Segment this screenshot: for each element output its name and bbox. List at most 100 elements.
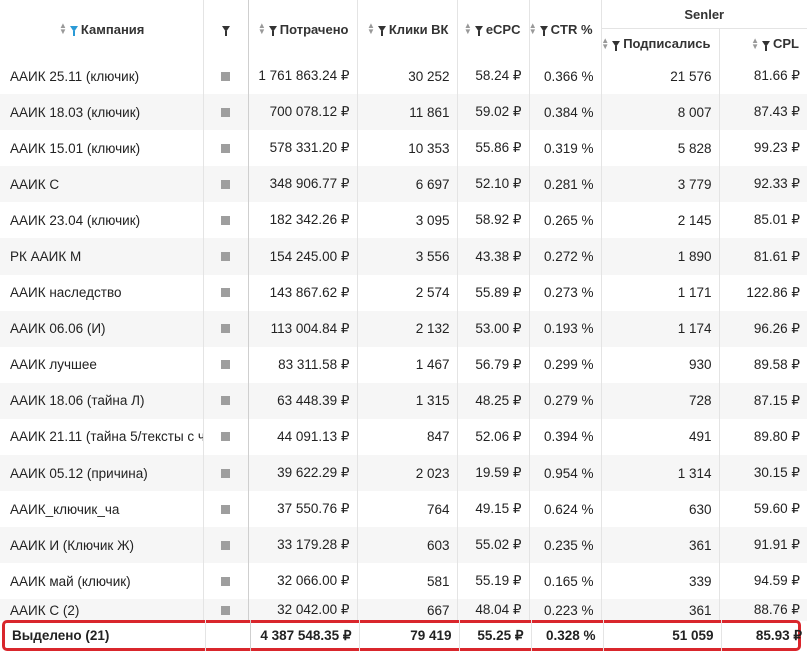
status-square-icon[interactable] — [221, 576, 230, 586]
status-cell[interactable] — [203, 130, 249, 167]
sort-icon[interactable]: ▲ ▼ — [529, 22, 537, 36]
status-cell[interactable] — [203, 202, 249, 239]
table-row[interactable]: ААИК 21.11 (тайна 5/тексты с ч 44 091.13 … — [0, 418, 807, 456]
subscribed-cell: 21 576 — [601, 58, 720, 95]
spent-cell: 32 066.00 ₽ — [248, 563, 358, 600]
filter-icon[interactable] — [377, 26, 386, 36]
subscribed-cell: 1 171 — [601, 274, 720, 311]
ecpc-cell: 43.38 ₽ — [457, 238, 530, 275]
col-ecpc-header[interactable]: ▲ ▼ eCPC — [457, 0, 530, 58]
status-square-icon[interactable] — [221, 605, 230, 615]
total-clicks: 79 419 — [359, 620, 460, 651]
table-row[interactable]: ААИК С (2) 32 042.00 ₽667 48.04 ₽0.223 % 36… — [0, 599, 807, 622]
status-cell[interactable] — [203, 166, 249, 203]
status-square-icon[interactable] — [221, 288, 230, 298]
table-row[interactable]: ААИК 23.04 (ключик) 182 342.26 ₽3 095 58.9… — [0, 202, 807, 239]
table-body: ААИК 25.11 (ключик) 1 761 863.24 ₽30 252 5… — [0, 58, 807, 622]
spent-cell: 113 004.84 ₽ — [248, 310, 358, 347]
table-row[interactable]: ААИК 18.06 (тайна Л) 63 448.39 ₽1 315 48.2… — [0, 382, 807, 419]
ctr-cell: 0.394 % — [529, 418, 602, 456]
status-square-icon[interactable] — [221, 540, 230, 550]
table-row[interactable]: ААИК 15.01 (ключик) 578 331.20 ₽10 353 55.… — [0, 130, 807, 167]
status-square-icon[interactable] — [221, 252, 230, 262]
status-square-icon[interactable] — [221, 468, 230, 478]
sort-icon[interactable]: ▲ ▼ — [59, 22, 67, 36]
sort-icon[interactable]: ▲ ▼ — [464, 22, 472, 36]
clicks-cell: 764 — [357, 491, 458, 528]
clicks-cell: 2 574 — [357, 274, 458, 311]
clicks-cell: 10 353 — [357, 130, 458, 167]
table-row[interactable]: ААИК_ключик_ча 37 550.76 ₽764 49.15 ₽0.624… — [0, 491, 807, 528]
ecpc-cell: 58.92 ₽ — [457, 202, 530, 239]
status-square-icon[interactable] — [221, 432, 230, 442]
status-square-icon[interactable] — [221, 360, 230, 370]
campaign-name: ААИК И (Ключик Ж) — [0, 527, 204, 564]
status-square-icon[interactable] — [221, 504, 230, 514]
table-row[interactable]: ААИК 18.03 (ключик) 700 078.12 ₽11 861 59.… — [0, 94, 807, 131]
filter-icon[interactable] — [268, 26, 277, 36]
campaign-name: ААИК май (ключик) — [0, 563, 204, 600]
col-spent-header[interactable]: ▲ ▼ Потрачено — [248, 0, 358, 58]
table-row[interactable]: ААИК 25.11 (ключик) 1 761 863.24 ₽30 252 5… — [0, 58, 807, 95]
status-square-icon[interactable] — [221, 107, 230, 117]
subscribed-cell: 361 — [601, 599, 720, 622]
sort-icon[interactable]: ▲ ▼ — [751, 36, 759, 50]
table-row[interactable]: ААИК май (ключик) 32 066.00 ₽581 55.19 ₽0.… — [0, 563, 807, 600]
col-ctr-header[interactable]: ▲ ▼ CTR % — [529, 0, 602, 58]
filter-active-icon[interactable] — [69, 26, 78, 36]
status-square-icon[interactable] — [221, 215, 230, 225]
subscribed-cell: 728 — [601, 382, 720, 419]
ecpc-cell: 52.06 ₽ — [457, 418, 530, 456]
campaign-name: ААИК 18.06 (тайна Л) — [0, 382, 204, 419]
status-cell[interactable] — [203, 491, 249, 528]
status-cell[interactable] — [203, 238, 249, 275]
status-cell[interactable] — [203, 527, 249, 564]
col-campaign-label: Кампания — [80, 21, 145, 37]
table-row[interactable]: ААИК лучшее 83 311.58 ₽1 467 56.79 ₽0.299 … — [0, 346, 807, 383]
status-square-icon[interactable] — [221, 324, 230, 334]
ecpc-cell: 55.19 ₽ — [457, 563, 530, 600]
filter-icon[interactable] — [474, 26, 483, 36]
ctr-cell: 0.273 % — [529, 274, 602, 311]
col-status-header[interactable] — [203, 0, 249, 58]
status-cell[interactable] — [203, 599, 249, 622]
cpl-cell: 88.76 ₽ — [719, 599, 807, 622]
status-cell[interactable] — [203, 382, 249, 419]
status-square-icon[interactable] — [221, 396, 230, 406]
status-square-icon[interactable] — [221, 143, 230, 153]
cpl-cell: 89.80 ₽ — [753, 428, 800, 444]
table-row[interactable]: РК ААИК М 154 245.00 ₽3 556 43.38 ₽0.272 %… — [0, 238, 807, 275]
clicks-cell: 581 — [357, 563, 458, 600]
table-row[interactable]: ААИК 05.12 (причина) 39 622.29 ₽2 023 19.5… — [0, 455, 807, 492]
status-cell[interactable] — [203, 563, 249, 600]
status-square-icon[interactable] — [221, 179, 230, 189]
table-row[interactable]: ААИК И (Ключик Ж) 33 179.28 ₽603 55.02 ₽0.… — [0, 527, 807, 564]
col-clicks-header[interactable]: ▲ ▼ Клики ВК — [357, 0, 458, 58]
status-cell[interactable] — [203, 274, 249, 311]
status-cell[interactable] — [203, 310, 249, 347]
col-cpl-header[interactable]: ▲ ▼ CPL — [719, 29, 807, 59]
sort-icon[interactable]: ▲ ▼ — [601, 36, 609, 50]
col-campaign-header[interactable]: ▲ ▼ Кампания — [0, 0, 204, 58]
status-cell[interactable] — [203, 58, 249, 95]
clicks-cell: 1 467 — [357, 346, 458, 383]
filter-icon[interactable] — [612, 40, 621, 51]
status-cell[interactable] — [203, 418, 249, 456]
table-row[interactable]: ААИК наследство 143 867.62 ₽2 574 55.89 ₽0… — [0, 274, 807, 311]
sort-icon[interactable]: ▲ ▼ — [258, 22, 266, 36]
filter-icon[interactable] — [221, 26, 230, 36]
status-cell[interactable] — [203, 455, 249, 492]
filter-icon[interactable] — [762, 40, 770, 51]
filter-icon[interactable] — [539, 26, 548, 36]
status-cell[interactable] — [203, 94, 249, 131]
campaign-name: РК ААИК М — [0, 238, 204, 275]
cpl-cell: 87.15 ₽ — [719, 382, 807, 419]
table-row[interactable]: ААИК 06.06 (И) 113 004.84 ₽2 132 53.00 ₽0.… — [0, 310, 807, 347]
table-row[interactable]: ААИК С 348 906.77 ₽6 697 52.10 ₽0.281 % 3 7… — [0, 166, 807, 203]
ctr-cell: 0.223 % — [529, 599, 602, 622]
campaign-name: ААИК наследство — [0, 274, 204, 311]
sort-icon[interactable]: ▲ ▼ — [367, 22, 375, 36]
status-square-icon[interactable] — [221, 71, 230, 81]
col-subscribed-header[interactable]: ▲ ▼ Подписались — [601, 28, 720, 58]
status-cell[interactable] — [203, 346, 249, 383]
